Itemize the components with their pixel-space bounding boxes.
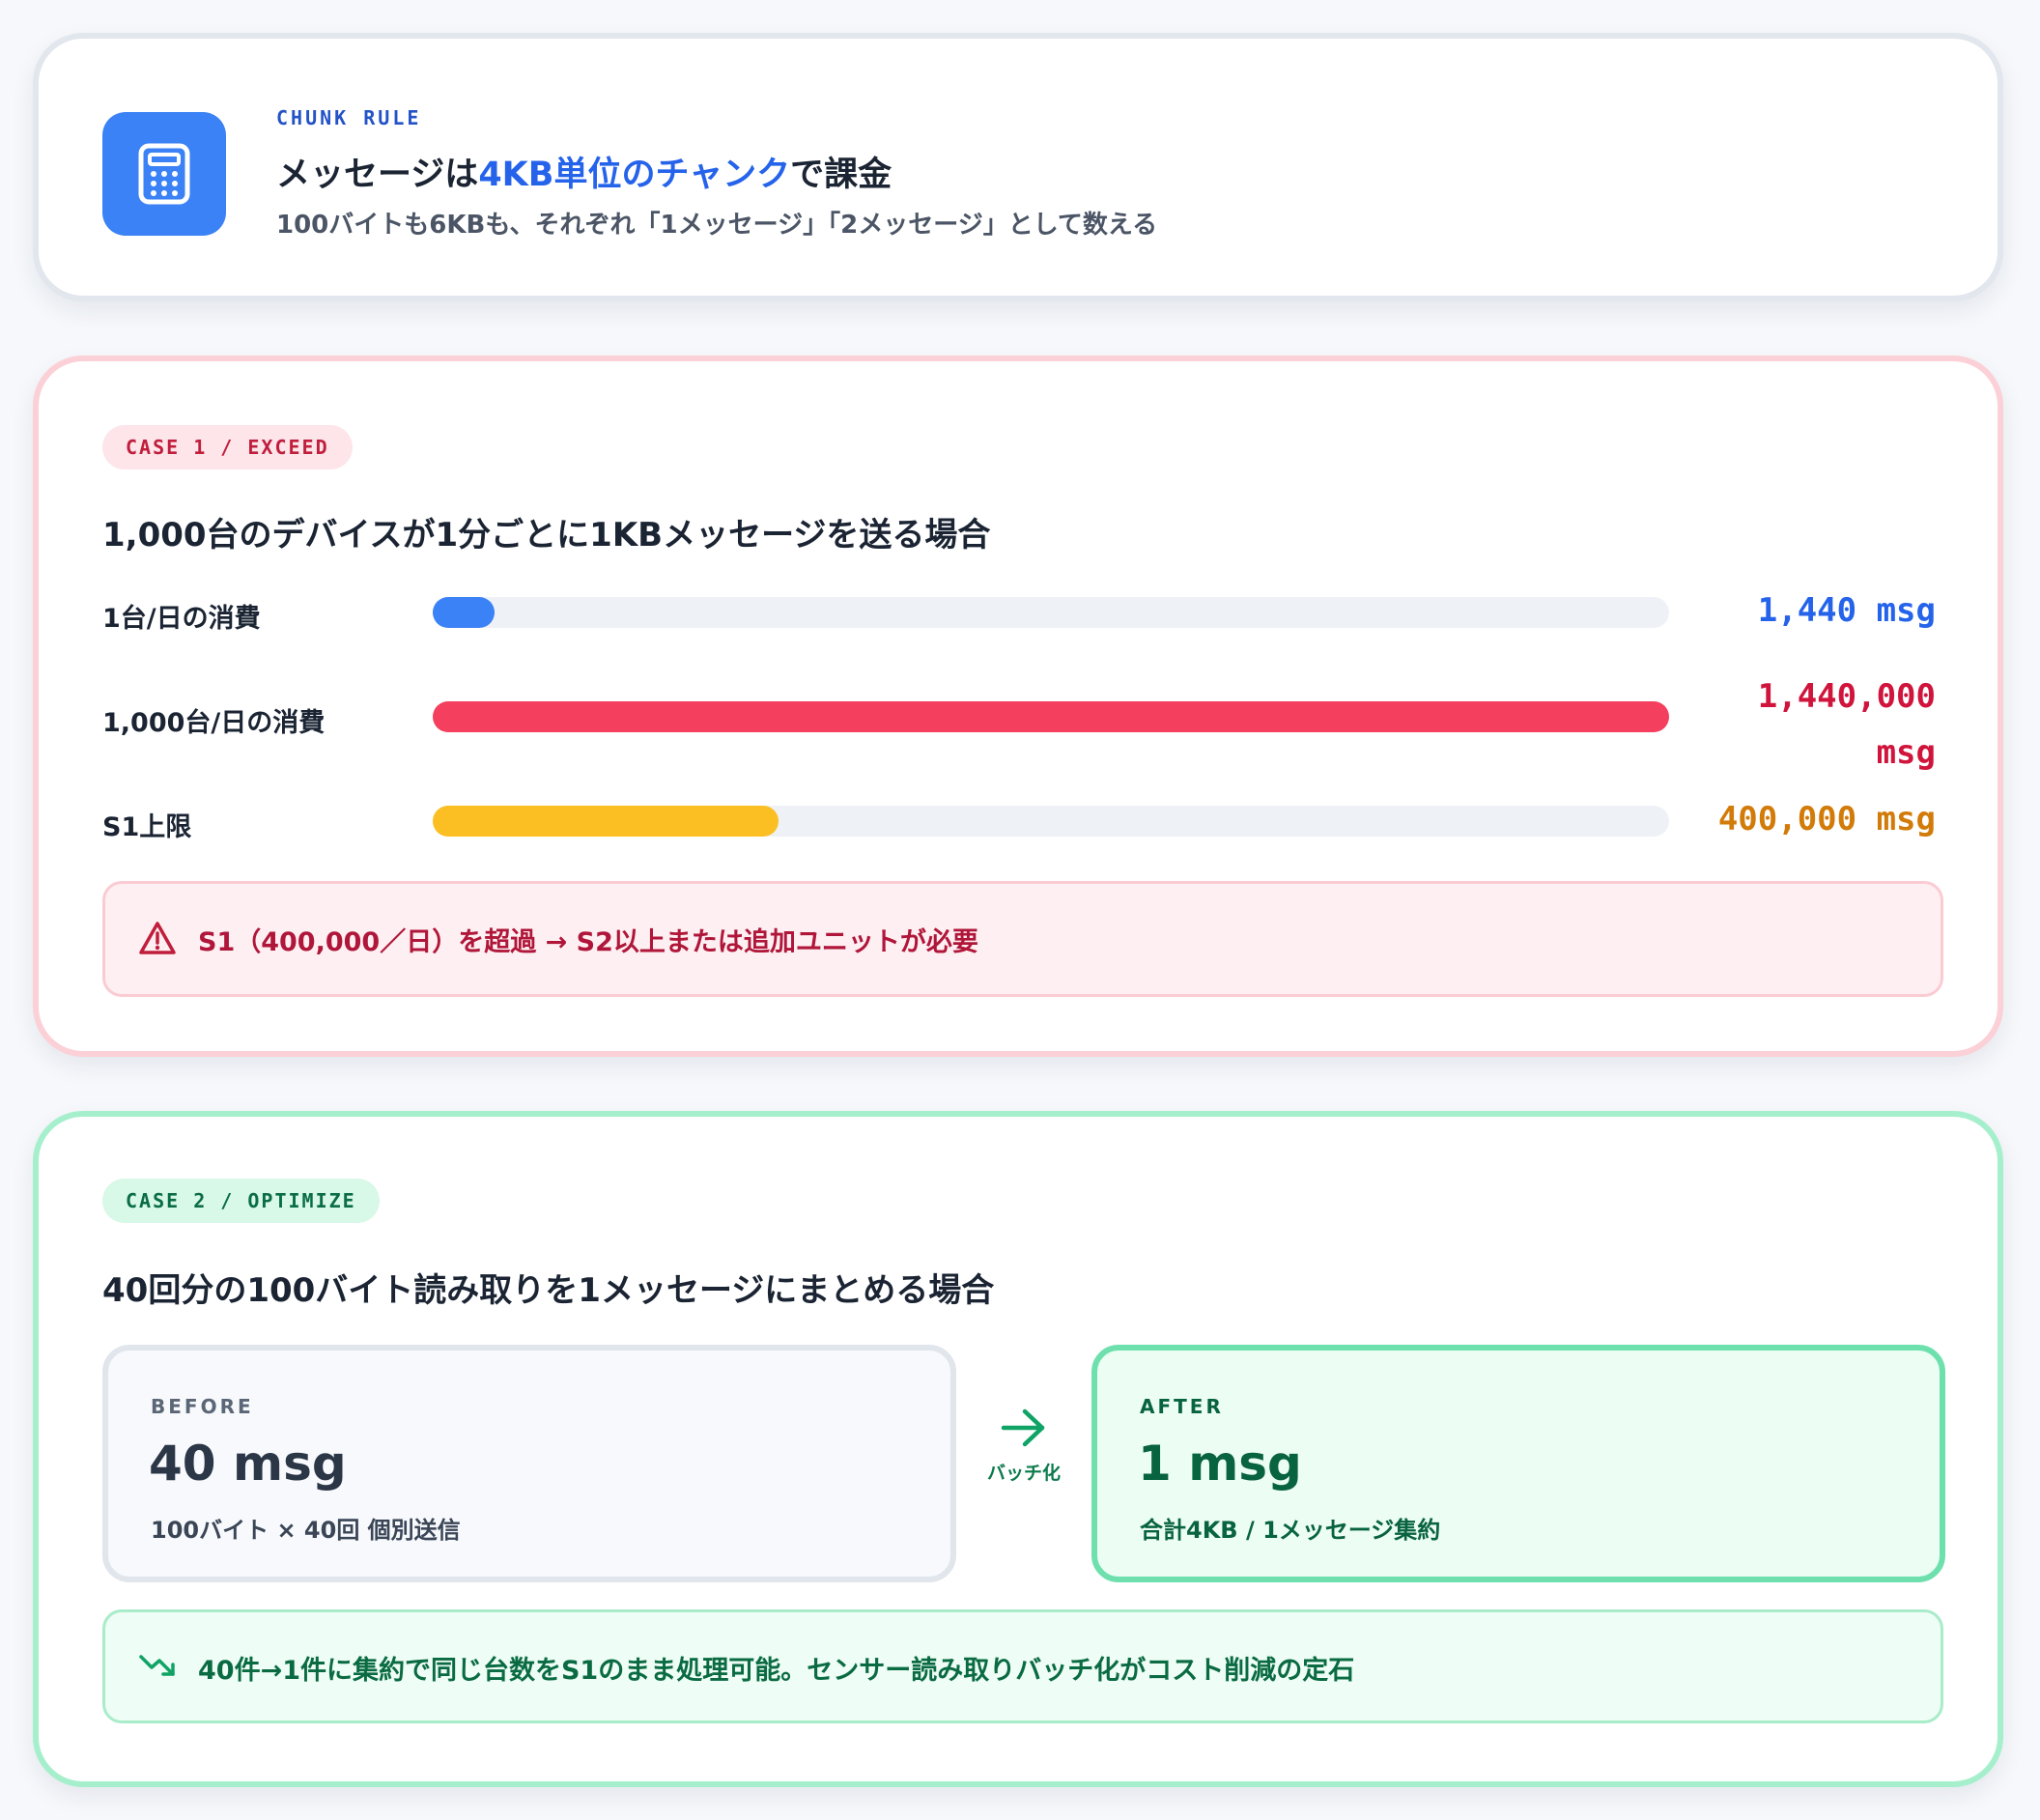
calculator-icon — [102, 112, 226, 236]
trending-down-icon — [139, 1655, 175, 1676]
after-eyebrow: AFTER — [1140, 1395, 1224, 1418]
row-value-per-device: 1,440 msg — [1757, 591, 1936, 630]
case2-title: 40回分の100バイト読み取りを1メッセージにまとめる場合 — [102, 1271, 995, 1310]
row-value-total-unit: msg — [1876, 733, 1936, 772]
arrow-right-icon — [1001, 1408, 1045, 1447]
bar-track-per-device — [433, 597, 1669, 628]
before-eyebrow: BEFORE — [151, 1395, 254, 1418]
bar-fill-s1-limit — [433, 806, 779, 837]
row-label-total: 1,000台/日の消費 — [102, 708, 326, 738]
case2-card: CASE 2 / OPTIMIZE 40回分の100バイト読み取りを1メッセージ… — [33, 1111, 2003, 1787]
bar-track-total — [433, 701, 1669, 732]
before-box: BEFORE 40 msg 100バイト × 40回 個別送信 — [102, 1345, 956, 1582]
optimize-note: 40件→1件に集約で同じ台数をS1のまま処理可能。センサー読み取りバッチ化がコス… — [102, 1609, 1943, 1723]
row-value-total: 1,440,000 msg — [1758, 668, 1936, 781]
row-value-s1-limit: 400,000 msg — [1717, 800, 1936, 839]
rule-title-highlight: 4KB単位のチャンク — [478, 156, 791, 194]
exceed-alert-text: S1（400,000／日）を超過 → S2以上または追加ユニットが必要 — [198, 927, 978, 957]
optimize-note-text: 40件→1件に集約で同じ台数をS1のまま処理可能。センサー読み取りバッチ化がコス… — [198, 1656, 1355, 1686]
after-box: AFTER 1 msg 合計4KB / 1メッセージ集約 — [1091, 1345, 1945, 1582]
after-value: 1 msg — [1138, 1436, 1302, 1492]
before-value: 40 msg — [149, 1436, 347, 1492]
case1-card: CASE 1 / EXCEED 1,000台のデバイスが1分ごとに1KBメッセー… — [33, 355, 2003, 1057]
batch-arrow: バッチ化 — [966, 1407, 1082, 1485]
warning-triangle-icon — [139, 922, 176, 954]
after-desc: 合計4KB / 1メッセージ集約 — [1140, 1517, 1441, 1544]
case2-badge: CASE 2 / OPTIMIZE — [102, 1179, 380, 1223]
before-desc: 100バイト × 40回 個別送信 — [151, 1517, 461, 1544]
rule-subtitle: 100バイトも6KBも、それぞれ「1メッセージ」「2メッセージ」として数える — [276, 211, 1158, 240]
rule-eyebrow: CHUNK RULE — [276, 106, 422, 129]
chunk-rule-card: CHUNK RULE メッセージは4KB単位のチャンクで課金 100バイトも6K… — [33, 33, 2003, 301]
rule-title-prefix: メッセージは — [276, 156, 479, 194]
batch-arrow-label: バッチ化 — [986, 1463, 1061, 1484]
case1-badge: CASE 1 / EXCEED — [102, 425, 353, 469]
row-value-total-number: 1,440,000 — [1757, 677, 1936, 716]
rule-title-suffix: で課金 — [790, 156, 892, 194]
bar-fill-total — [433, 701, 1669, 732]
exceed-alert: S1（400,000／日）を超過 → S2以上または追加ユニットが必要 — [102, 881, 1943, 997]
row-label-per-device: 1台/日の消費 — [102, 604, 261, 634]
rule-title: メッセージは4KB単位のチャンクで課金 — [276, 147, 892, 196]
row-label-s1-limit: S1上限 — [102, 812, 192, 842]
case1-title: 1,000台のデバイスが1分ごとに1KBメッセージを送る場合 — [102, 516, 991, 555]
bar-track-s1-limit — [433, 806, 1669, 837]
bar-fill-per-device — [433, 597, 495, 628]
